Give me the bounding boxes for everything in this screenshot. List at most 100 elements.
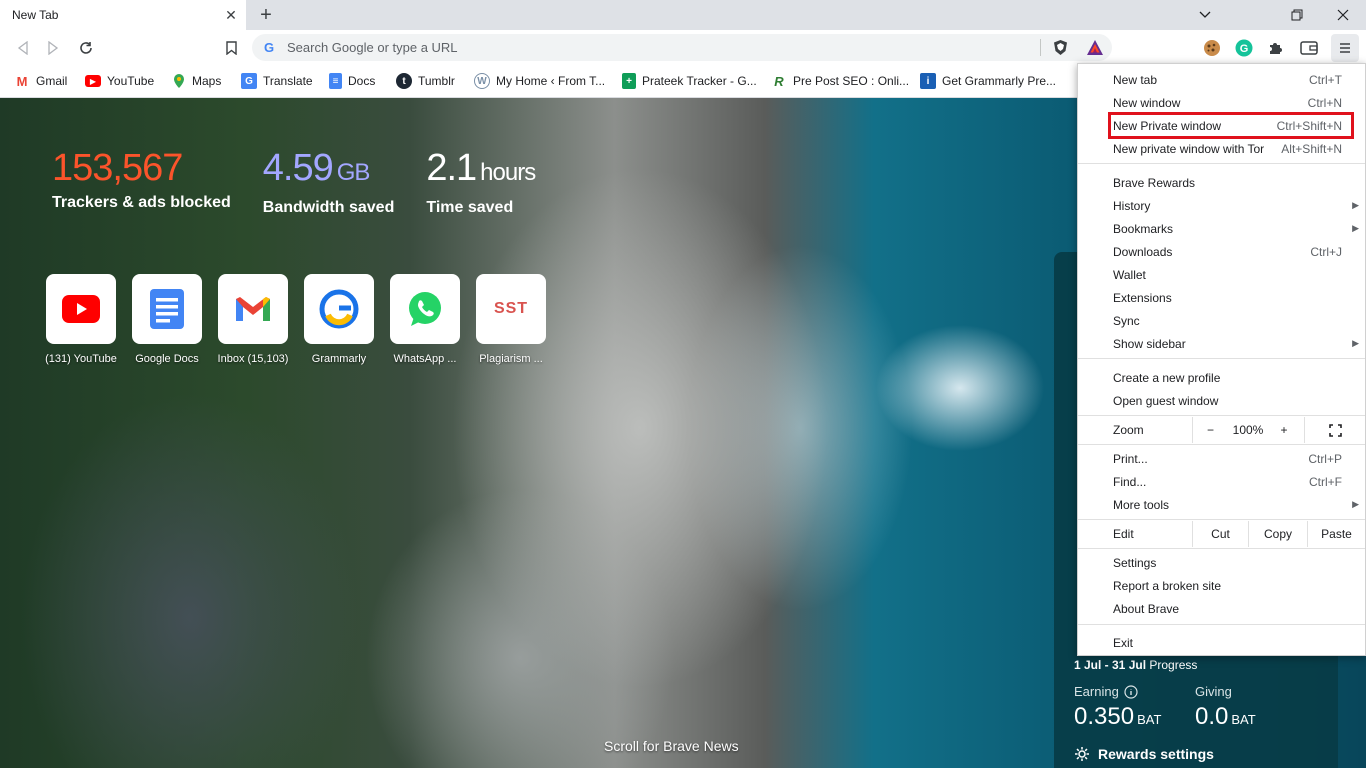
stat-label: Time saved	[426, 199, 514, 216]
copy-button[interactable]: Copy	[1248, 521, 1307, 547]
bookmark-label: My Home ‹ From T...	[496, 74, 606, 88]
main-menu-button[interactable]	[1331, 34, 1359, 62]
zoom-in-button[interactable]: +	[1268, 417, 1300, 443]
restore-button[interactable]	[1274, 0, 1320, 30]
menu-item-brave-rewards[interactable]: Brave Rewards	[1078, 171, 1365, 194]
minimize-button[interactable]	[1182, 0, 1228, 30]
menu-label: Wallet	[1113, 267, 1146, 282]
menu-item-create-profile[interactable]: Create a new profile	[1078, 366, 1365, 389]
menu-separator	[1078, 163, 1365, 164]
paste-button[interactable]: Paste	[1307, 521, 1365, 547]
grammarly-icon	[319, 289, 359, 329]
menu-item-more-tools[interactable]: More tools ▶	[1078, 493, 1365, 516]
close-window-button[interactable]	[1320, 0, 1366, 30]
menu-label: Bookmarks	[1113, 221, 1174, 236]
menu-item-guest-window[interactable]: Open guest window	[1078, 389, 1365, 412]
menu-item-history[interactable]: History ▶	[1078, 194, 1365, 217]
zoom-label: Zoom	[1113, 423, 1144, 437]
forward-button[interactable]	[40, 35, 66, 61]
menu-item-report-broken-site[interactable]: Report a broken site	[1078, 574, 1365, 597]
bookmark-tumblr[interactable]: t Tumblr	[396, 72, 455, 90]
menu-item-new-tab[interactable]: New tab Ctrl+T	[1078, 68, 1365, 91]
scroll-for-brave-news[interactable]: Scroll for Brave News	[604, 738, 739, 754]
fullscreen-button[interactable]	[1304, 417, 1365, 443]
bookmark-label: Prateek Tracker - G...	[642, 74, 757, 88]
brave-shields-icon[interactable]	[1052, 39, 1069, 56]
bookmark-prateek-tracker[interactable]: + Prateek Tracker - G...	[622, 72, 757, 90]
bookmark-maps[interactable]: Maps	[172, 72, 221, 90]
bookmark-docs[interactable]: ≡ Docs	[329, 72, 375, 90]
zoom-out-button[interactable]: −	[1192, 417, 1228, 443]
top-site-tile[interactable]: WhatsApp ...	[382, 274, 468, 365]
bookmark-translate[interactable]: G Translate	[241, 72, 313, 90]
gmail-icon: M	[14, 73, 30, 89]
brave-stats: 153,567 Trackers & ads blocked 4.59 GB Ba…	[52, 146, 567, 217]
menu-item-show-sidebar[interactable]: Show sidebar ▶	[1078, 332, 1365, 355]
menu-label: Report a broken site	[1113, 578, 1222, 593]
menu-item-exit[interactable]: Exit	[1078, 631, 1365, 654]
reload-button[interactable]	[73, 35, 99, 61]
submenu-arrow-icon: ▶	[1352, 223, 1359, 233]
top-site-tile[interactable]: Grammarly	[296, 274, 382, 365]
tab-new-tab[interactable]: New Tab ✕	[0, 0, 246, 30]
address-placeholder[interactable]: Search Google or type a URL	[287, 40, 458, 55]
grammarly-extension-icon[interactable]: G	[1233, 37, 1255, 59]
menu-label: New private window with Tor	[1113, 141, 1265, 156]
menu-item-wallet[interactable]: Wallet	[1078, 263, 1365, 286]
menu-shortcut: Alt+Shift+N	[1281, 141, 1342, 156]
brave-rewards-icon[interactable]	[1086, 39, 1104, 56]
menu-item-print[interactable]: Print... Ctrl+P	[1078, 447, 1365, 470]
menu-item-about-brave[interactable]: About Brave	[1078, 597, 1365, 620]
svg-text:G: G	[1240, 43, 1249, 55]
close-tab-icon[interactable]: ✕	[222, 6, 240, 24]
hamburger-menu-icon	[1340, 43, 1350, 53]
top-site-tile[interactable]: Google Docs	[124, 274, 210, 365]
menu-item-extensions[interactable]: Extensions	[1078, 286, 1365, 309]
bookmark-youtube[interactable]: ▶ YouTube	[85, 72, 154, 90]
menu-item-settings[interactable]: Settings	[1078, 551, 1365, 574]
google-icon: G	[264, 40, 275, 55]
rewards-settings-link[interactable]: Rewards settings	[1074, 746, 1214, 762]
menu-item-find[interactable]: Find... Ctrl+F	[1078, 470, 1365, 493]
menu-label: About Brave	[1113, 601, 1180, 616]
bookmark-page-button[interactable]	[218, 35, 244, 61]
omnibox-divider	[1040, 39, 1041, 56]
menu-edit-row: Edit Cut Copy Paste	[1078, 521, 1365, 547]
menu-label: New tab	[1113, 72, 1158, 87]
top-site-tile[interactable]: Inbox (15,103)	[210, 274, 296, 365]
stat-trackers-blocked: 153,567 Trackers & ads blocked	[52, 146, 231, 217]
stat-time-saved: 2.1 hours Time saved	[426, 146, 536, 217]
top-site-tile[interactable]: SST Plagiarism ...	[468, 274, 554, 365]
bookmark-label: Docs	[348, 74, 376, 88]
cut-button[interactable]: Cut	[1192, 521, 1248, 547]
menu-item-downloads[interactable]: Downloads Ctrl+J	[1078, 240, 1365, 263]
giving-unit: BAT	[1231, 712, 1256, 727]
top-site-tile[interactable]: (131) YouTube	[38, 274, 124, 365]
menu-item-sync[interactable]: Sync	[1078, 309, 1365, 332]
back-button[interactable]	[10, 35, 36, 61]
menu-item-new-private-window-tor[interactable]: New private window with Tor Alt+Shift+N	[1078, 137, 1365, 160]
wallet-icon[interactable]	[1298, 37, 1320, 59]
bookmark-my-home[interactable]: W My Home ‹ From T...	[474, 72, 605, 90]
menu-item-new-window[interactable]: New window Ctrl+N	[1078, 91, 1365, 114]
bookmark-get-grammarly[interactable]: i Get Grammarly Pre...	[920, 72, 1056, 90]
menu-separator	[1078, 519, 1365, 520]
menu-shortcut: Ctrl+J	[1310, 244, 1342, 259]
address-bar[interactable]: G Search Google or type a URL	[252, 34, 1112, 61]
tile-icon-box	[390, 274, 460, 344]
new-tab-button[interactable]: +	[254, 3, 278, 27]
bookmark-gmail[interactable]: M Gmail	[14, 72, 67, 90]
rewards-giving: Giving 0.0 BAT	[1195, 684, 1256, 731]
tile-icon-box	[218, 274, 288, 344]
bookmark-pre-post-seo[interactable]: R Pre Post SEO : Onli...	[771, 72, 909, 90]
bookmark-label: Translate	[263, 74, 313, 88]
menu-label: More tools	[1113, 497, 1170, 512]
highlight-box-new-private-window	[1108, 112, 1354, 139]
info-icon[interactable]	[1124, 684, 1138, 699]
restore-icon	[1291, 9, 1303, 21]
stat-unit: hours	[480, 159, 536, 186]
cookie-extension-icon[interactable]	[1201, 37, 1223, 59]
extensions-puzzle-icon[interactable]	[1265, 37, 1287, 59]
menu-item-bookmarks[interactable]: Bookmarks ▶	[1078, 217, 1365, 240]
close-icon	[1337, 9, 1349, 21]
